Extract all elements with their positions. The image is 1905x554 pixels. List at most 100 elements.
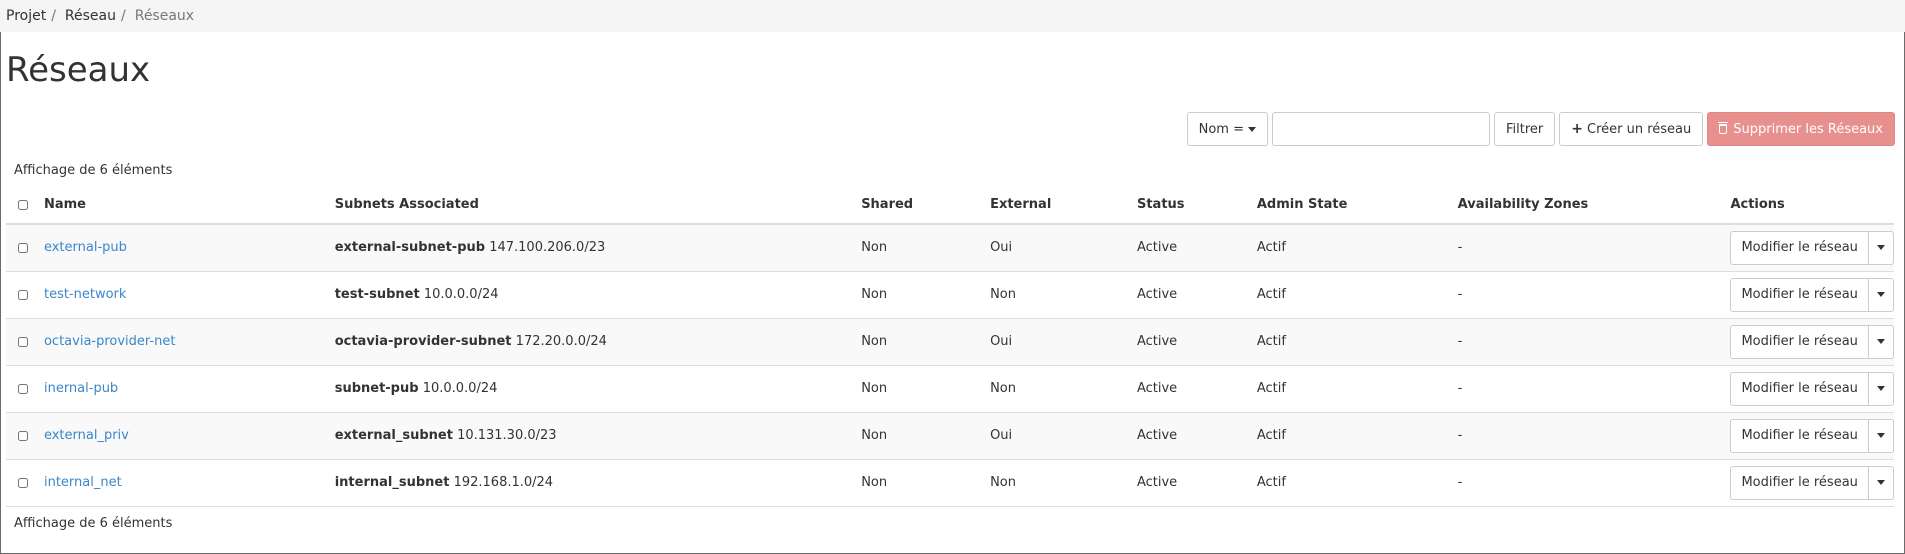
subnet-cidr: 10.0.0.0/24 <box>422 381 498 396</box>
availability-zones-cell: - <box>1457 365 1731 413</box>
admin-state-cell: Actif <box>1256 459 1458 507</box>
caret-down-icon <box>1876 292 1885 297</box>
network-name-link[interactable]: inernal-pub <box>44 381 118 396</box>
column-header-status[interactable]: Status <box>1136 186 1257 225</box>
column-header-admin-state[interactable]: Admin State <box>1256 186 1458 225</box>
select-all-checkbox[interactable] <box>18 199 28 210</box>
subnet-name: octavia-provider-subnet <box>334 334 512 349</box>
status-cell: Active <box>1136 318 1257 366</box>
edit-network-button[interactable]: Modifier le réseau <box>1730 324 1869 359</box>
admin-state-cell: Actif <box>1256 365 1458 413</box>
edit-network-button[interactable]: Modifier le réseau <box>1730 371 1869 406</box>
breadcrumb-separator: / <box>51 8 56 24</box>
shared-cell: Non <box>861 271 991 319</box>
status-cell: Active <box>1136 271 1257 319</box>
networks-table: Name Subnets Associated Shared External … <box>6 186 1894 507</box>
column-header-name[interactable]: Name <box>43 186 335 225</box>
filter-field-label: Nom = <box>1198 121 1244 137</box>
table-row: inernal-pub subnet-pub 10.0.0.0/24 Non N… <box>6 365 1894 413</box>
row-checkbox[interactable] <box>18 242 28 253</box>
row-actions: Modifier le réseau <box>1730 371 1894 406</box>
delete-networks-button[interactable]: Supprimer les Réseaux <box>1707 112 1895 146</box>
row-actions-dropdown[interactable] <box>1868 371 1894 406</box>
edit-network-button[interactable]: Modifier le réseau <box>1730 277 1869 312</box>
filter-search-input[interactable] <box>1272 112 1490 146</box>
shared-cell: Non <box>861 318 991 366</box>
row-checkbox[interactable] <box>18 477 28 488</box>
availability-zones-cell: - <box>1457 459 1731 507</box>
row-actions: Modifier le réseau <box>1730 324 1894 359</box>
subnet-cidr: 192.168.1.0/24 <box>453 475 554 490</box>
subnet-cidr: 147.100.206.0/23 <box>489 240 606 256</box>
edit-network-button[interactable]: Modifier le réseau <box>1730 418 1869 453</box>
table-row: external-pub external-subnet-pub 147.100… <box>6 224 1894 272</box>
caret-down-icon <box>1876 480 1885 485</box>
availability-zones-cell: - <box>1457 224 1731 272</box>
admin-state-cell: Actif <box>1256 271 1458 319</box>
filter-button[interactable]: Filtrer <box>1494 112 1556 146</box>
row-actions-dropdown[interactable] <box>1868 324 1894 359</box>
table-row: test-network test-subnet 10.0.0.0/24 Non… <box>6 271 1894 319</box>
caret-down-icon <box>1876 433 1885 438</box>
row-checkbox[interactable] <box>18 336 28 347</box>
row-checkbox[interactable] <box>18 383 28 394</box>
admin-state-cell: Actif <box>1256 318 1458 366</box>
item-count-bottom: Affichage de 6 éléments <box>14 516 173 531</box>
breadcrumb: Projet / Réseau / Réseaux <box>0 0 1905 32</box>
row-actions-dropdown[interactable] <box>1868 465 1894 500</box>
row-actions-dropdown[interactable] <box>1868 418 1894 453</box>
caret-down-icon <box>1876 339 1885 344</box>
row-checkbox[interactable] <box>18 430 28 441</box>
network-name-link[interactable]: internal_net <box>44 475 122 490</box>
row-actions: Modifier le réseau <box>1730 230 1894 265</box>
edit-network-button[interactable]: Modifier le réseau <box>1730 230 1869 265</box>
subnet-name: test-subnet <box>334 287 420 302</box>
external-cell: Non <box>990 271 1137 319</box>
row-actions-dropdown[interactable] <box>1868 277 1894 312</box>
plus-icon: + <box>1571 121 1583 137</box>
network-name-link[interactable]: external-pub <box>44 240 127 255</box>
shared-cell: Non <box>861 365 991 413</box>
network-name-link[interactable]: test-network <box>44 287 126 302</box>
table-row: internal_net internal_subnet 192.168.1.0… <box>6 459 1894 507</box>
admin-state-cell: Actif <box>1256 224 1458 272</box>
page-title: Réseaux <box>6 50 151 90</box>
availability-zones-cell: - <box>1457 318 1731 366</box>
column-header-actions: Actions <box>1730 186 1894 225</box>
shared-cell: Non <box>861 224 991 272</box>
edit-network-button[interactable]: Modifier le réseau <box>1730 465 1869 500</box>
external-cell: Non <box>990 459 1137 507</box>
column-header-external[interactable]: External <box>990 186 1137 225</box>
row-actions-dropdown[interactable] <box>1868 230 1894 265</box>
subnet-name: external-subnet-pub <box>334 240 486 256</box>
column-header-subnets[interactable]: Subnets Associated <box>334 186 862 225</box>
breadcrumb-separator: / <box>121 8 126 24</box>
create-network-button[interactable]: + Créer un réseau <box>1559 112 1704 146</box>
caret-down-icon <box>1876 245 1885 251</box>
external-cell: Non <box>990 365 1137 413</box>
filter-field-dropdown[interactable]: Nom = <box>1186 112 1268 146</box>
breadcrumb-current: Réseaux <box>134 8 195 24</box>
row-checkbox[interactable] <box>18 289 28 300</box>
subnet-name: external_subnet <box>334 428 453 443</box>
caret-down-icon <box>1248 126 1256 132</box>
status-cell: Active <box>1136 412 1257 460</box>
table-row: octavia-provider-net octavia-provider-su… <box>6 318 1894 366</box>
status-cell: Active <box>1136 459 1257 507</box>
status-cell: Active <box>1136 224 1257 272</box>
column-header-availability-zones[interactable]: Availability Zones <box>1457 186 1731 225</box>
availability-zones-cell: - <box>1457 271 1731 319</box>
admin-state-cell: Actif <box>1256 412 1458 460</box>
breadcrumb-projet[interactable]: Projet <box>6 8 46 24</box>
row-actions: Modifier le réseau <box>1730 277 1894 312</box>
breadcrumb-reseau[interactable]: Réseau <box>65 8 116 24</box>
network-name-link[interactable]: external_priv <box>44 428 129 443</box>
status-cell: Active <box>1136 365 1257 413</box>
column-header-shared[interactable]: Shared <box>861 186 991 225</box>
caret-down-icon <box>1876 386 1885 391</box>
shared-cell: Non <box>861 459 991 507</box>
external-cell: Oui <box>990 318 1137 366</box>
table-header-row: Name Subnets Associated Shared External … <box>6 186 1894 225</box>
row-actions: Modifier le réseau <box>1730 465 1894 500</box>
network-name-link[interactable]: octavia-provider-net <box>44 334 176 349</box>
